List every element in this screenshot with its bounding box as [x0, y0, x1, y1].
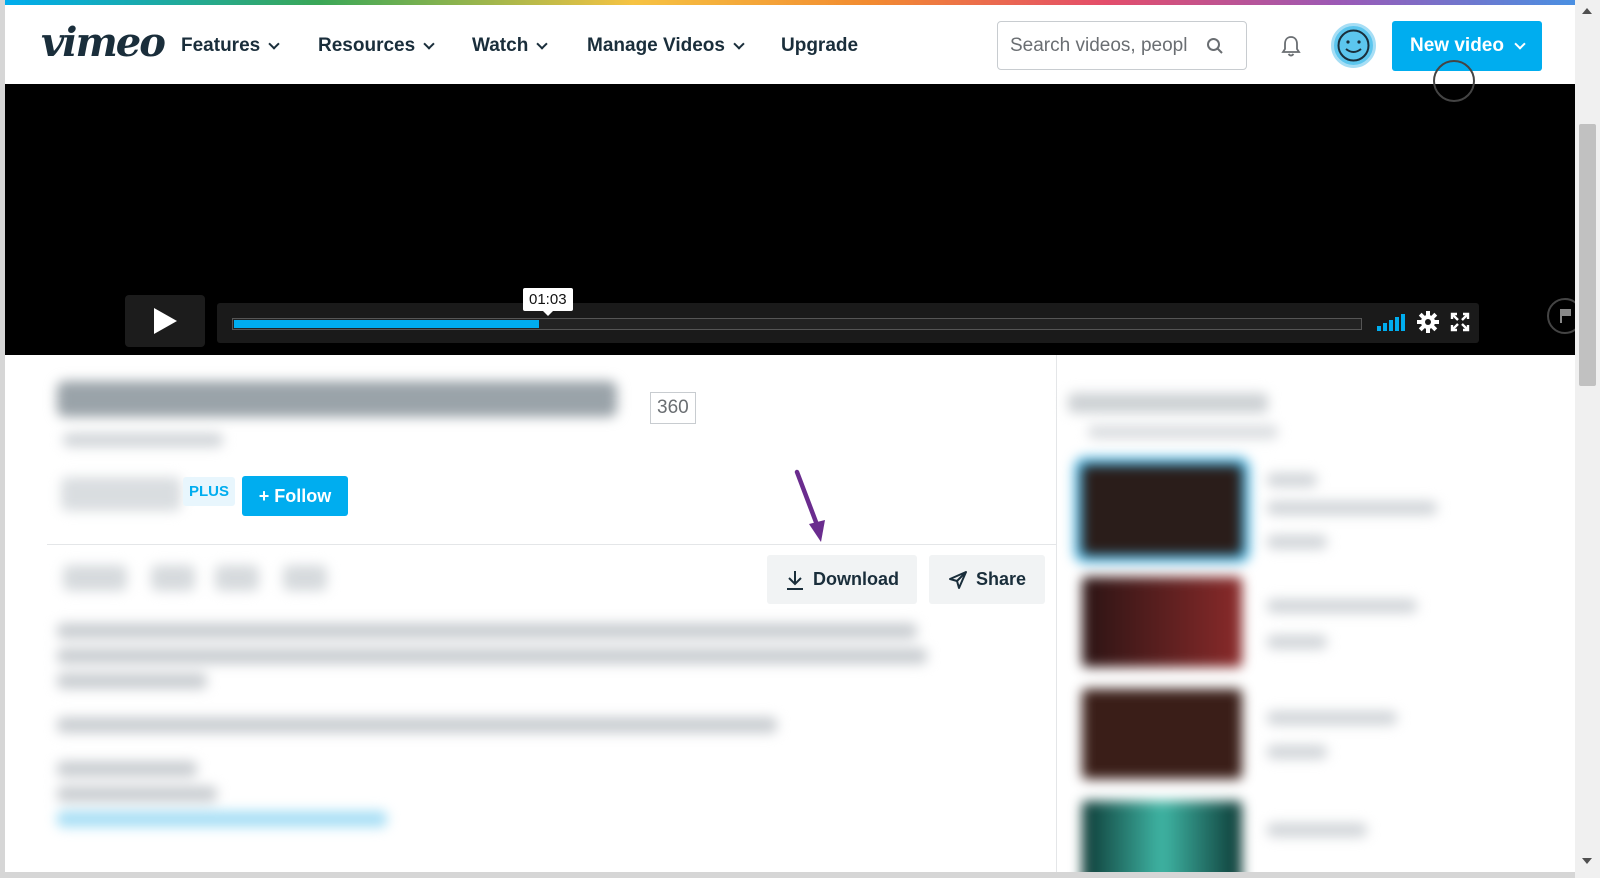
nav-label: Upgrade	[781, 35, 859, 56]
related-video-text-blurred	[1267, 473, 1317, 487]
share-button[interactable]: Share	[929, 555, 1045, 604]
fullscreen-icon[interactable]	[1450, 312, 1470, 332]
related-video-text-blurred	[1267, 711, 1397, 725]
comments-stat-blurred[interactable]	[151, 565, 195, 591]
related-video-thumbnail[interactable]	[1082, 801, 1242, 872]
chevron-down-icon	[733, 37, 745, 50]
play-icon	[154, 308, 177, 334]
new-video-button[interactable]: New video	[1392, 21, 1542, 71]
scroll-up-icon[interactable]	[1582, 8, 1592, 14]
video-meta-blurred	[63, 433, 223, 447]
sidebar-heading-blurred	[1068, 393, 1268, 413]
site-header: vimeo Features Resources Watch Manage Vi…	[5, 5, 1575, 84]
download-icon	[787, 570, 803, 590]
video-details: 360 PLUS + Follow Download Share	[5, 355, 1575, 872]
progress-fill	[234, 320, 539, 328]
search-icon[interactable]	[1206, 37, 1224, 55]
nav-label: Features	[181, 35, 261, 56]
plus-badge: PLUS	[183, 477, 236, 506]
related-video-thumbnail[interactable]	[1082, 689, 1242, 779]
bell-icon[interactable]	[1281, 35, 1301, 57]
sidebar-subheading-blurred	[1088, 425, 1278, 439]
flag-icon[interactable]	[1547, 298, 1575, 334]
related-video-text-blurred	[1267, 599, 1417, 613]
owner-name-blurred[interactable]	[61, 477, 181, 511]
volume-bars-icon[interactable]	[1377, 313, 1405, 331]
follow-button[interactable]: + Follow	[242, 476, 348, 516]
search-input[interactable]	[1010, 34, 1206, 57]
related-video-thumbnail[interactable]	[1082, 465, 1242, 555]
collections-stat-blurred[interactable]	[215, 565, 259, 591]
share-icon	[948, 570, 967, 589]
scrollbar-thumb[interactable]	[1579, 124, 1596, 386]
scrollbar[interactable]	[1575, 0, 1600, 878]
nav-label: Watch	[472, 35, 529, 56]
more-stat-blurred[interactable]	[283, 565, 327, 591]
nav-upgrade[interactable]: Upgrade	[781, 35, 858, 57]
likes-stat-blurred[interactable]	[63, 565, 127, 591]
vimeo-logo[interactable]: vimeo	[41, 19, 166, 66]
download-label: Download	[813, 569, 899, 589]
time-tooltip: 01:03	[523, 288, 573, 316]
search-box[interactable]	[997, 21, 1247, 70]
play-button[interactable]	[125, 295, 205, 347]
nav-watch[interactable]: Watch	[472, 35, 548, 57]
page-frame: vimeo Features Resources Watch Manage Vi…	[5, 0, 1575, 872]
avatar-icon[interactable]	[1331, 23, 1376, 68]
player-controls	[217, 303, 1479, 343]
related-video-thumbnail[interactable]	[1082, 577, 1242, 667]
nav-label: Manage Videos	[587, 35, 725, 56]
video-title-blurred	[57, 373, 617, 434]
related-video-text-blurred	[1267, 635, 1327, 649]
related-video-text-blurred	[1267, 535, 1327, 549]
scroll-down-icon[interactable]	[1582, 858, 1592, 864]
video-player[interactable]: 01:03	[5, 60, 1575, 355]
related-video-text-blurred	[1267, 501, 1437, 515]
related-video-text-blurred	[1267, 823, 1367, 837]
chevron-down-icon	[268, 37, 280, 50]
divider	[47, 544, 1057, 545]
annotation-arrow-icon	[794, 469, 825, 542]
chevron-down-icon	[536, 37, 548, 50]
gear-icon[interactable]	[1417, 311, 1439, 333]
chevron-down-icon	[423, 37, 435, 50]
player-top-button[interactable]	[1433, 60, 1475, 102]
related-video-text-blurred	[1267, 745, 1327, 759]
nav-label: Resources	[318, 35, 416, 56]
chevron-down-icon	[1514, 37, 1526, 50]
column-divider	[1056, 355, 1057, 872]
video-description-blurred	[57, 623, 927, 836]
nav-resources[interactable]: Resources	[318, 35, 435, 57]
nav-manage-videos[interactable]: Manage Videos	[587, 35, 745, 57]
download-button[interactable]: Download	[767, 555, 917, 604]
nav-features[interactable]: Features	[181, 35, 280, 57]
new-video-label: New video	[1410, 35, 1504, 56]
360-badge: 360	[650, 392, 696, 424]
progress-bar[interactable]	[232, 318, 1362, 330]
share-label: Share	[975, 569, 1027, 589]
